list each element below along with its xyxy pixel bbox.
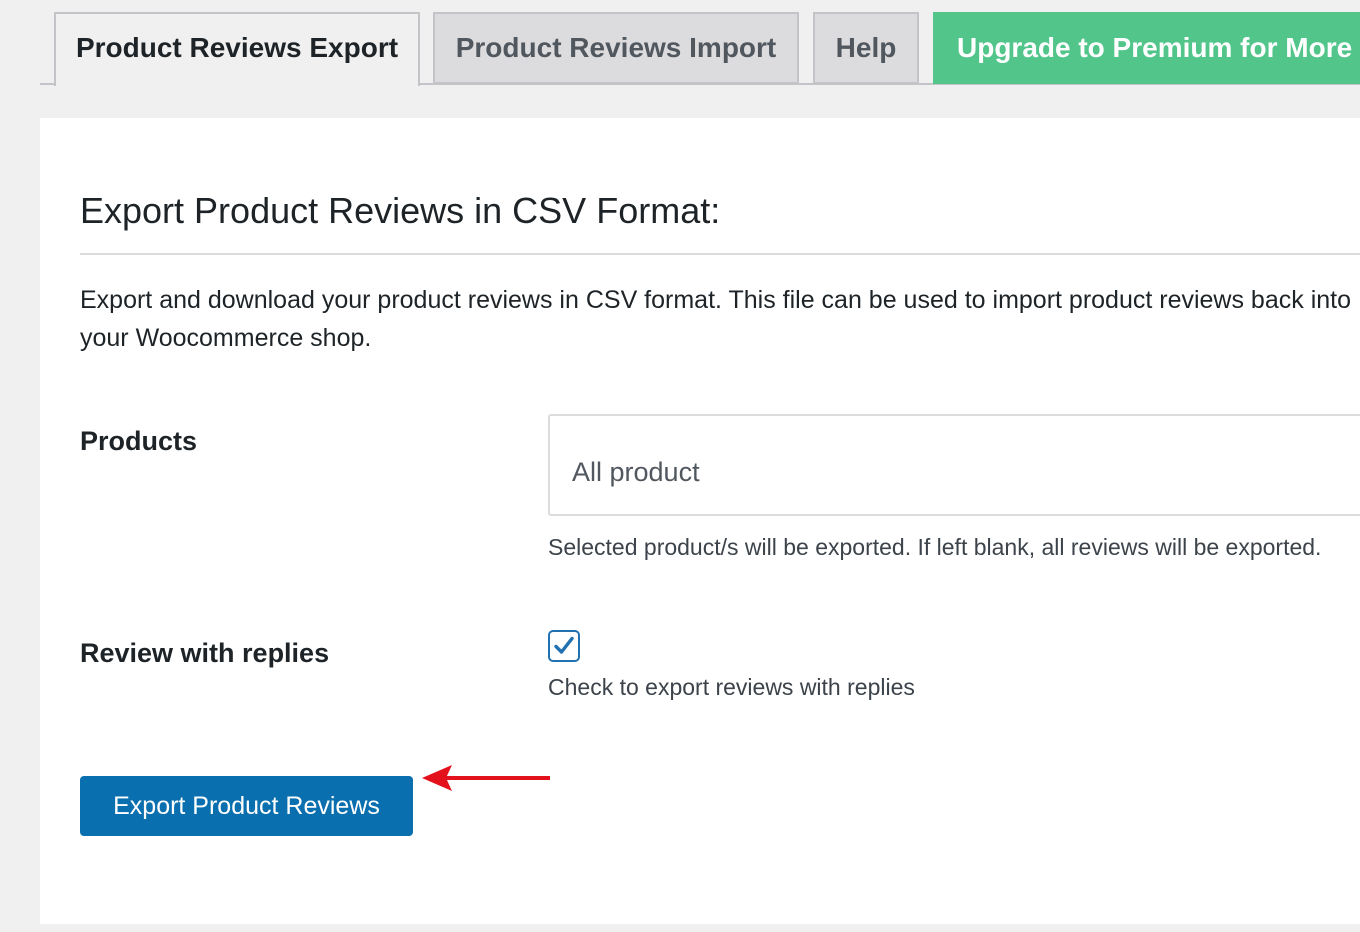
panel-description: Export and download your product reviews…	[80, 286, 1351, 352]
products-label: Products	[80, 426, 198, 456]
red-arrow-annotation	[422, 765, 550, 791]
tab-upgrade-premium[interactable]: Upgrade to Premium for More	[933, 12, 1360, 84]
title-divider	[80, 253, 1360, 255]
checkmark-icon	[554, 636, 574, 654]
tab-product-reviews-export[interactable]: Product Reviews Export	[54, 12, 420, 86]
products-help-text: Selected product/s will be exported. If …	[548, 534, 1322, 560]
products-select[interactable]: All product	[548, 414, 1360, 516]
review-with-replies-checkbox[interactable]	[548, 630, 580, 662]
review-with-replies-label: Review with replies	[80, 638, 330, 668]
page-title: Export Product Reviews in CSV Format:	[80, 190, 721, 231]
tab-product-reviews-import[interactable]: Product Reviews Import	[433, 12, 799, 84]
review-with-replies-help-text: Check to export reviews with replies	[548, 674, 915, 700]
export-panel: Export Product Reviews in CSV Format: Ex…	[40, 118, 1360, 924]
tab-help[interactable]: Help	[813, 12, 919, 84]
nav-tab-wrapper: Product Reviews Export Product Reviews I…	[40, 12, 1360, 86]
export-product-reviews-button[interactable]: Export Product Reviews	[80, 776, 413, 836]
